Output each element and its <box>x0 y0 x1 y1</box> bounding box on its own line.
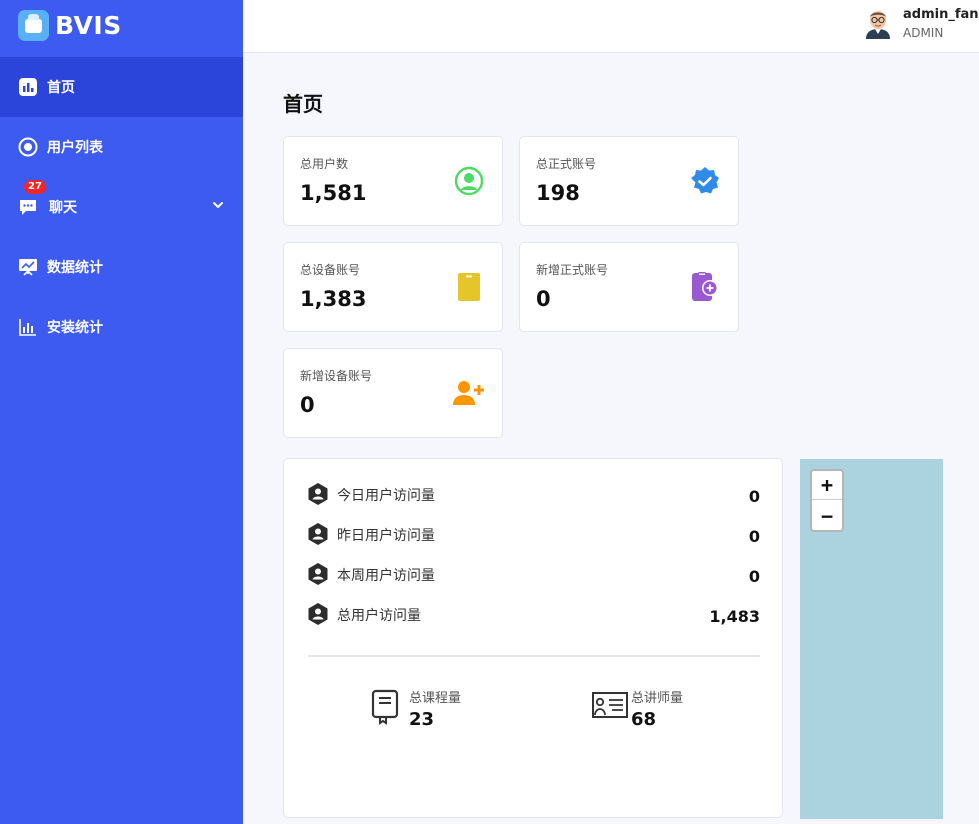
stat-card-new-formal: 新增正式账号 0 <box>519 242 739 332</box>
stat-card-total-users: 总用户数 1,581 <box>283 136 503 226</box>
sidebar-item-label: 安装统计 <box>47 320 103 336</box>
summary-value: 68 <box>631 709 657 730</box>
sidebar-item-home[interactable]: 首页 <box>0 57 243 117</box>
visit-value: 0 <box>748 567 760 586</box>
user-hexagon-icon <box>308 523 328 545</box>
sidebar-item-label: 首页 <box>47 80 75 96</box>
user-role: ADMIN <box>903 26 944 40</box>
stat-card-total-device: 总设备账号 1,383 <box>283 242 503 332</box>
user-name[interactable]: admin_fang <box>903 7 979 22</box>
stat-value: 0 <box>300 393 315 417</box>
divider <box>308 655 760 657</box>
clipboard-plus-icon <box>689 271 721 303</box>
visit-value: 1,483 <box>709 607 760 626</box>
sidebar-item-chat[interactable]: 27 聊天 <box>0 177 243 237</box>
sidebar-item-user-list[interactable]: 用户列表 <box>0 117 243 177</box>
page-title: 首页 <box>283 92 323 116</box>
stat-label: 总正式账号 <box>536 157 597 171</box>
stat-value: 0 <box>536 287 551 311</box>
map[interactable]: + − <box>800 459 943 819</box>
visit-row-week: 本周用户访问量 0 <box>308 562 760 586</box>
sidebar-item-label: 用户列表 <box>47 140 103 156</box>
visit-row-today: 今日用户访问量 0 <box>308 482 760 506</box>
sidebar-item-label: 数据统计 <box>47 260 103 276</box>
user-hexagon-icon <box>308 603 328 625</box>
stat-label: 新增设备账号 <box>300 369 373 383</box>
brand-logo[interactable]: BVIS <box>18 9 122 41</box>
unread-badge: 27 <box>24 180 46 194</box>
summary-label: 总讲师量 <box>631 691 684 706</box>
book-icon <box>370 689 404 725</box>
avatar[interactable] <box>864 8 892 39</box>
stat-value: 1,383 <box>300 287 367 311</box>
brand-name: BVIS <box>55 10 122 40</box>
visit-row-total: 总用户访问量 1,483 <box>308 602 760 626</box>
visit-value: 0 <box>748 527 760 546</box>
user-plus-icon <box>453 377 485 409</box>
stat-card-total-formal: 总正式账号 198 <box>519 136 739 226</box>
visit-label: 总用户访问量 <box>337 608 421 624</box>
zoom-in-button[interactable]: + <box>812 471 842 500</box>
stat-label: 总用户数 <box>300 157 349 171</box>
visit-label: 本周用户访问量 <box>337 568 435 584</box>
logo-icon <box>18 9 49 41</box>
visit-label: 昨日用户访问量 <box>337 528 435 544</box>
stat-label: 总设备账号 <box>300 263 361 277</box>
sidebar: BVIS 首页 用户列表 27 聊天 数据统计 安装统计 <box>0 0 243 824</box>
stat-label: 新增正式账号 <box>536 263 609 277</box>
stat-value: 1,581 <box>300 181 367 205</box>
visits-panel: 今日用户访问量 0 昨日用户访问量 0 本周用户访问量 0 总用户访问量 1,4… <box>283 458 783 818</box>
stat-card-new-device: 新增设备账号 0 <box>283 348 503 438</box>
user-circle-icon <box>18 137 38 157</box>
device-icon <box>453 271 485 303</box>
stat-value: 198 <box>536 181 580 205</box>
chart-bar-icon <box>18 77 38 97</box>
user-circle-icon <box>453 165 485 197</box>
summary-value: 23 <box>409 709 435 730</box>
visit-row-yesterday: 昨日用户访问量 0 <box>308 522 760 546</box>
sidebar-item-install-stats[interactable]: 安装统计 <box>0 297 243 357</box>
top-bar: admin_fang ADMIN <box>243 0 979 53</box>
zoom-control: + − <box>810 469 844 532</box>
sidebar-item-label: 聊天 <box>49 200 77 216</box>
sidebar-item-data-stats[interactable]: 数据统计 <box>0 237 243 297</box>
chevron-down-icon[interactable] <box>212 199 224 215</box>
user-hexagon-icon <box>308 483 328 505</box>
chat-icon <box>18 197 38 217</box>
presentation-icon <box>18 257 38 277</box>
summary-label: 总课程量 <box>409 691 462 706</box>
summary-teachers: 总讲师量 68 <box>592 685 742 735</box>
bar-chart-icon <box>18 317 38 337</box>
summary-courses: 总课程量 23 <box>370 685 520 735</box>
visit-label: 今日用户访问量 <box>337 488 435 504</box>
teacher-board-icon <box>592 689 628 725</box>
user-hexagon-icon <box>308 563 328 585</box>
visit-value: 0 <box>748 487 760 506</box>
verified-badge-icon <box>689 165 721 197</box>
zoom-out-button[interactable]: − <box>812 501 842 530</box>
